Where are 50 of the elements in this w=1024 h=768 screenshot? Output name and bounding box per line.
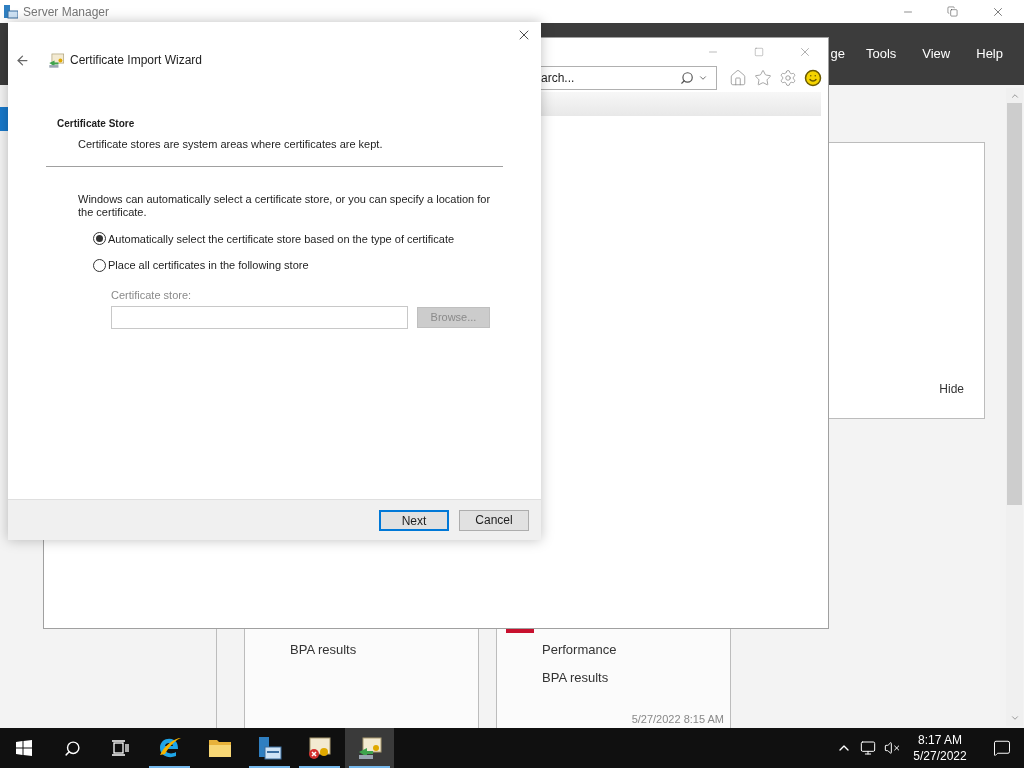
tile-item[interactable]: BPA results bbox=[290, 641, 478, 658]
certificate-wizard-icon bbox=[48, 51, 65, 69]
menu-item[interactable]: Tools bbox=[852, 44, 910, 64]
hide-link[interactable]: Hide bbox=[939, 380, 964, 398]
certificate-wizard-icon bbox=[356, 735, 383, 761]
search-icon bbox=[63, 739, 81, 757]
intro-text: Windows can automatically select a certificate store, or you can specify a location for the certificate. bbox=[78, 192, 492, 219]
radio-button[interactable] bbox=[93, 232, 106, 246]
windows-logo-icon bbox=[16, 740, 32, 756]
folder-icon bbox=[207, 737, 232, 759]
server-icon bbox=[256, 735, 283, 761]
dialog-button[interactable]: Next bbox=[379, 509, 449, 531]
dropdown-caret-icon bbox=[698, 73, 708, 83]
menu-item[interactable]: Help bbox=[963, 44, 1016, 64]
wizard-title: Certificate Import Wizard bbox=[70, 52, 203, 69]
section-subtitle: Certificate stores are system areas where certificates are kept. bbox=[78, 137, 384, 152]
dialog-button[interactable]: Cancel bbox=[459, 509, 529, 531]
volume-muted-icon[interactable] bbox=[884, 740, 900, 756]
clock[interactable]: 8:17 AM 5/27/2022 bbox=[900, 732, 980, 764]
notifications-icon bbox=[993, 739, 1011, 757]
window-title: Server Manager bbox=[23, 3, 110, 21]
menu-item[interactable]: View bbox=[909, 44, 964, 64]
radio-option[interactable]: Place all certificates in the following store bbox=[93, 257, 541, 274]
server-manager-icon bbox=[4, 4, 18, 19]
certificate-icon bbox=[306, 735, 333, 761]
smiley-icon[interactable] bbox=[804, 69, 822, 87]
network-icon[interactable] bbox=[860, 740, 876, 756]
maximize-icon bbox=[754, 47, 764, 57]
scroll-up-icon bbox=[1009, 91, 1020, 101]
back-icon bbox=[14, 52, 30, 68]
radio-option[interactable]: Automatically select the certificate store based on the type of certificate bbox=[93, 230, 541, 247]
scroll-down-icon bbox=[1009, 713, 1020, 723]
clock-date: 5/27/2022 bbox=[913, 748, 967, 764]
scrollbar-thumb[interactable] bbox=[1007, 103, 1022, 505]
nav-strip bbox=[0, 107, 8, 131]
search-placeholder: arch... bbox=[541, 70, 576, 87]
field-label: Certificate store: bbox=[111, 287, 193, 303]
tile-item[interactable]: BPA results bbox=[542, 669, 730, 686]
certificate-store-field[interactable] bbox=[111, 306, 408, 329]
task-view-icon bbox=[111, 740, 129, 756]
close-icon bbox=[798, 45, 812, 59]
tile-item[interactable]: Performance bbox=[542, 641, 730, 658]
clock-time: 8:17 AM bbox=[918, 732, 962, 748]
radio-button[interactable] bbox=[93, 258, 106, 272]
timestamp: 5/27/2022 8:15 AM bbox=[631, 711, 724, 727]
menu-item[interactable]: ge bbox=[830, 44, 853, 64]
taskbar-app[interactable] bbox=[345, 728, 394, 768]
restore-icon bbox=[947, 6, 958, 17]
search-icon bbox=[680, 71, 694, 85]
section-heading: Certificate Store bbox=[57, 117, 136, 131]
